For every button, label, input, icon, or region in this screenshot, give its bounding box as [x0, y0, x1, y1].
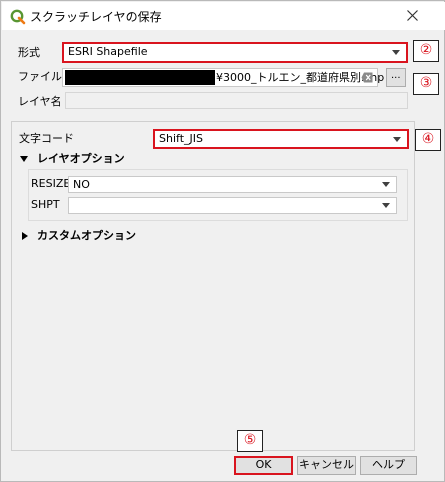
annotation-3: ③: [413, 73, 439, 95]
close-button[interactable]: [402, 5, 424, 27]
collapse-triangle-icon: [20, 156, 28, 162]
resize-select[interactable]: NO: [68, 176, 397, 193]
annotation-2: ②: [413, 40, 439, 62]
dialog-window: スクラッチレイヤの保存 形式 ESRI Shapefile ② ファイル名 ¥3…: [0, 0, 445, 482]
expand-triangle-icon: [22, 232, 28, 240]
browse-label: ...: [391, 70, 401, 81]
filename-input[interactable]: ¥3000_トルエン_都道府県別.shp: [62, 68, 384, 87]
qgis-logo-icon: [10, 9, 26, 25]
resize-value: NO: [73, 178, 90, 191]
encoding-select[interactable]: Shift_JIS: [153, 129, 409, 149]
shpt-select[interactable]: [68, 197, 397, 214]
chevron-down-icon: [393, 137, 401, 142]
encoding-value: Shift_JIS: [159, 132, 203, 145]
annotation-4: ④: [415, 129, 441, 151]
chevron-down-icon: [392, 50, 400, 55]
format-value: ESRI Shapefile: [68, 45, 148, 58]
clear-field-icon[interactable]: [361, 72, 373, 83]
layername-label: レイヤ名: [18, 95, 62, 108]
cancel-button[interactable]: キャンセル: [297, 456, 356, 475]
close-icon: [407, 10, 418, 21]
shpt-label: SHPT: [31, 198, 60, 211]
custom-options-toggle[interactable]: カスタムオプション: [18, 228, 218, 244]
chevron-down-icon: [382, 182, 390, 187]
filename-value: ¥3000_トルエン_都道府県別.shp: [216, 71, 385, 84]
window-title: スクラッチレイヤの保存: [30, 10, 162, 24]
encoding-label: 文字コード: [19, 132, 74, 145]
title-bar: スクラッチレイヤの保存: [2, 2, 445, 30]
format-select[interactable]: ESRI Shapefile: [62, 42, 408, 63]
layer-options-title: レイヤオプション: [37, 152, 125, 165]
browse-button[interactable]: ...: [386, 68, 406, 87]
help-button[interactable]: ヘルプ: [360, 456, 417, 475]
annotation-5: ⑤: [237, 430, 263, 452]
format-label: 形式: [18, 46, 40, 59]
ok-button[interactable]: OK: [234, 456, 293, 475]
resize-label: RESIZE: [31, 177, 71, 190]
layername-input: [65, 92, 408, 109]
redacted-path: [65, 70, 215, 85]
custom-options-title: カスタムオプション: [37, 229, 136, 242]
layer-options-toggle[interactable]: レイヤオプション: [18, 151, 218, 167]
chevron-down-icon: [382, 203, 390, 208]
